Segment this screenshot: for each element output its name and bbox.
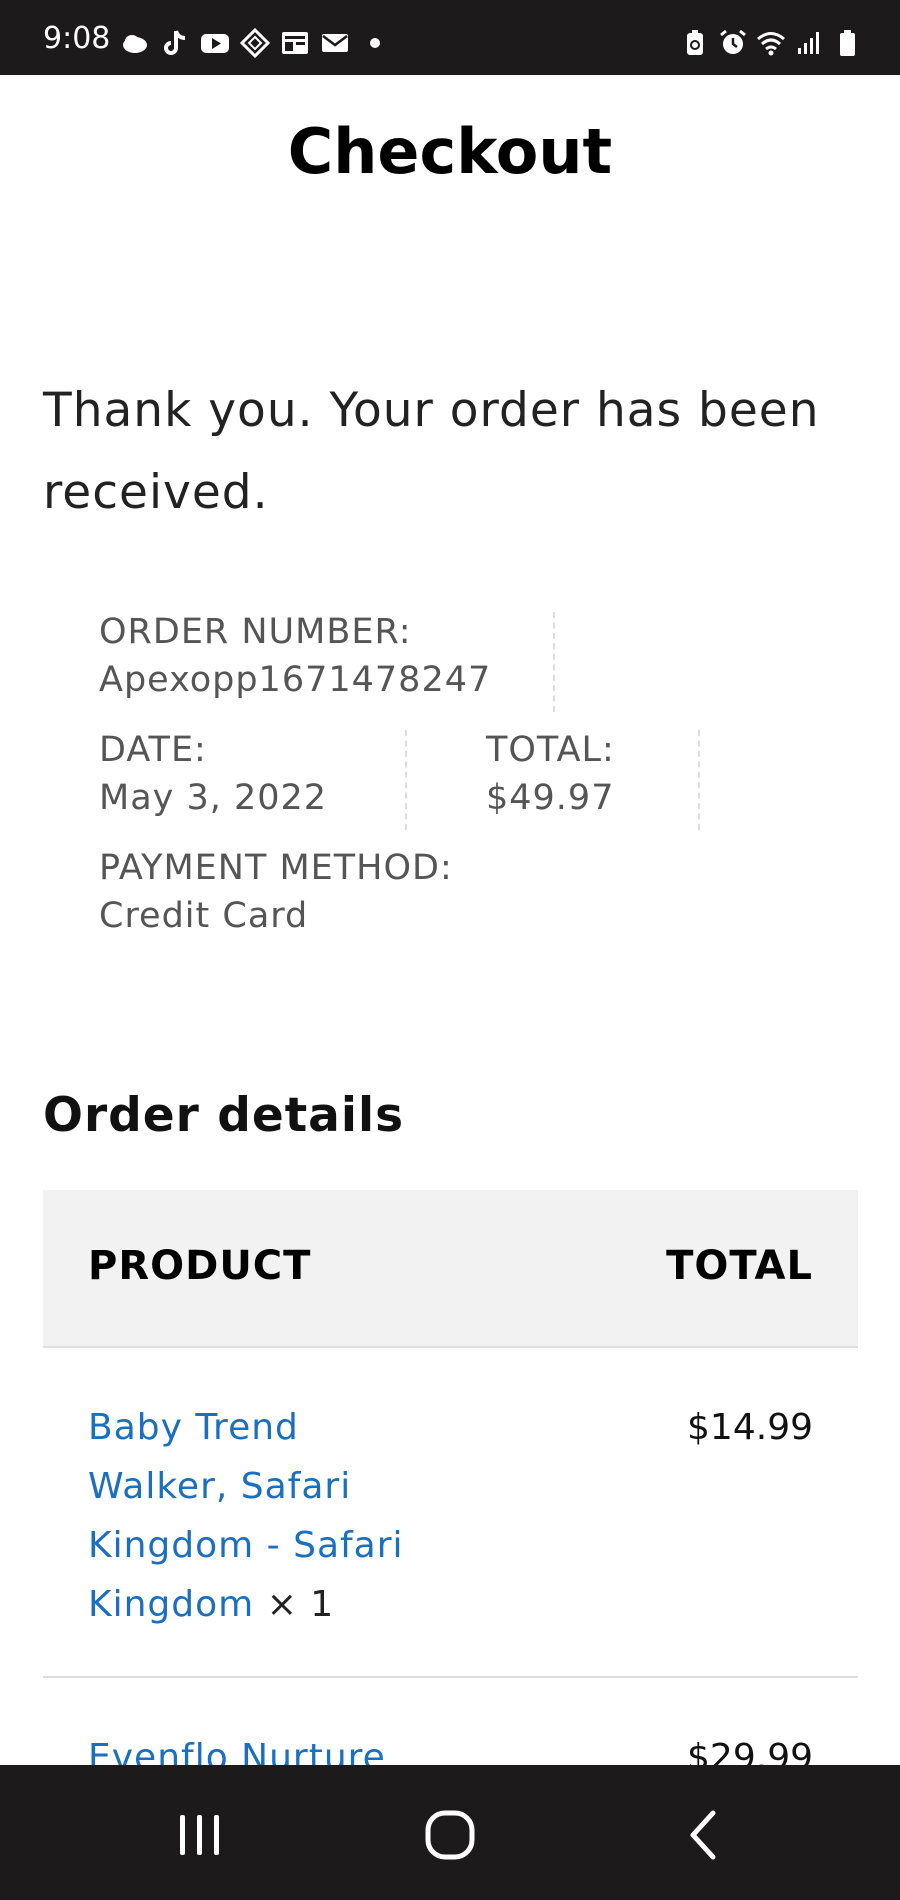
battery-saver-icon bbox=[680, 28, 710, 58]
thank-you-message: Thank you. Your order has been received. bbox=[43, 383, 820, 520]
product-total: $14.99 bbox=[687, 1407, 813, 1448]
order-number-label: ORDER NUMBER: bbox=[99, 612, 412, 652]
battery-icon bbox=[832, 28, 862, 58]
mail-icon bbox=[320, 28, 350, 58]
payment-label: PAYMENT METHOD: bbox=[99, 848, 453, 888]
back-icon[interactable] bbox=[675, 1805, 735, 1865]
system-icons bbox=[680, 28, 862, 58]
total-label: TOTAL: bbox=[486, 730, 615, 770]
tiktok-icon bbox=[160, 28, 190, 58]
status-time: 9:08 bbox=[43, 21, 111, 56]
notification-icons bbox=[120, 27, 390, 59]
order-total: TOTAL: $49.97 bbox=[486, 726, 615, 822]
overview-divider bbox=[405, 730, 407, 830]
home-icon[interactable] bbox=[420, 1805, 480, 1865]
recent-apps-icon[interactable] bbox=[170, 1805, 230, 1865]
page-title: Checkout bbox=[287, 115, 613, 188]
navigation-bar bbox=[0, 1765, 900, 1900]
alarm-icon bbox=[718, 28, 748, 58]
youtube-icon bbox=[200, 28, 230, 58]
dot-icon bbox=[360, 28, 390, 58]
cloud-icon bbox=[120, 28, 150, 58]
order-details-title: Order details bbox=[43, 1088, 405, 1143]
order-table-header: PRODUCT TOTAL bbox=[43, 1190, 858, 1348]
overview-divider bbox=[698, 730, 700, 830]
total-value: $49.97 bbox=[486, 778, 615, 818]
product-cell: Baby Trend Walker, Safari Kingdom - Safa… bbox=[88, 1398, 428, 1634]
table-row: Baby Trend Walker, Safari Kingdom - Safa… bbox=[43, 1350, 858, 1678]
payment-method: PAYMENT METHOD: Credit Card bbox=[99, 844, 453, 940]
date-label: DATE: bbox=[99, 730, 207, 770]
overview-divider bbox=[553, 612, 555, 712]
order-number: ORDER NUMBER: Apexopp1671478247 bbox=[99, 608, 491, 704]
status-bar: 9:08 bbox=[0, 0, 900, 75]
column-product: PRODUCT bbox=[88, 1243, 312, 1289]
order-date: DATE: May 3, 2022 bbox=[99, 726, 327, 822]
order-number-value: Apexopp1671478247 bbox=[99, 660, 492, 700]
column-total: TOTAL bbox=[666, 1243, 813, 1289]
product-quantity: × 1 bbox=[266, 1584, 335, 1625]
payment-value: Credit Card bbox=[99, 896, 309, 936]
signal-icon bbox=[794, 28, 824, 58]
product-link[interactable]: Baby Trend Walker, Safari Kingdom - Safa… bbox=[88, 1407, 404, 1625]
news-icon bbox=[280, 28, 310, 58]
date-value: May 3, 2022 bbox=[99, 778, 328, 818]
app-icon bbox=[239, 27, 271, 59]
wifi-icon bbox=[756, 28, 786, 58]
